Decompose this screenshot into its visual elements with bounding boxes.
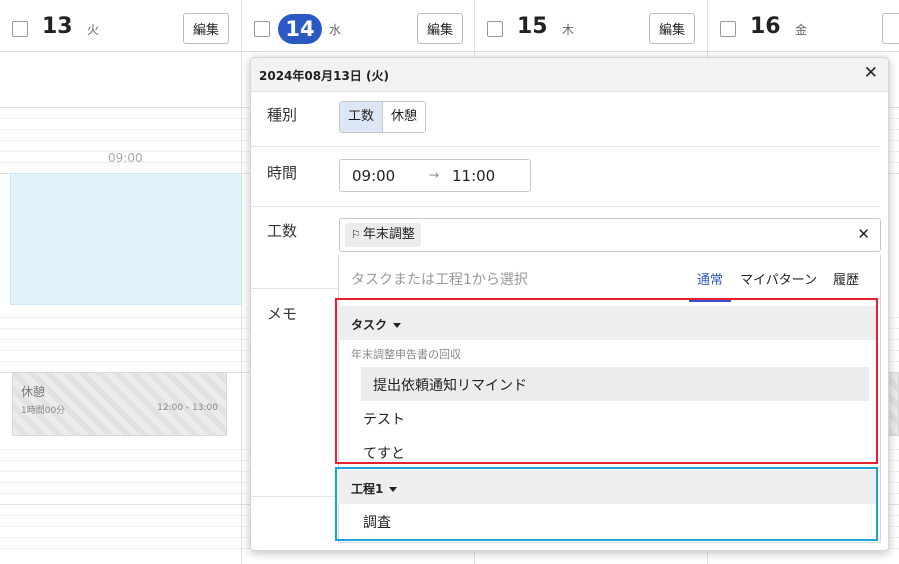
memo-label: メモ: [267, 305, 298, 323]
work-event-block[interactable]: [10, 173, 242, 305]
break-event-title: 休憩: [21, 385, 46, 399]
type-option-break[interactable]: 休憩: [383, 102, 425, 132]
chip-label: 年末調整: [362, 227, 415, 242]
process-group-header[interactable]: 工程1: [337, 470, 876, 504]
tab-history[interactable]: 履歴: [833, 269, 859, 288]
row-divider: [251, 496, 339, 497]
tab-my-pattern[interactable]: マイパターン: [740, 269, 817, 288]
clear-icon[interactable]: ✕: [857, 225, 870, 243]
type-option-kosu[interactable]: 工数: [340, 102, 384, 132]
break-event-duration: 1時間00分: [21, 406, 66, 416]
kosu-select[interactable]: ⚐ 年末調整 ✕: [339, 218, 881, 252]
time-label: 時間: [267, 164, 298, 182]
type-segmented-control: 工数 休憩: [339, 101, 427, 133]
task-option[interactable]: テスト: [363, 409, 405, 429]
close-icon[interactable]: ✕: [864, 63, 878, 83]
calendar-header-border: [0, 0, 899, 52]
process-group: 工程1 調査: [335, 467, 878, 541]
task-group-title: タスク: [351, 316, 402, 333]
task-option[interactable]: 提出依頼通知リマインド: [373, 375, 527, 395]
tab-normal[interactable]: 通常: [697, 269, 723, 288]
popup-date: 2024年08月13日 (火): [259, 69, 389, 83]
row-divider: [251, 288, 339, 289]
start-time[interactable]: 09:00: [352, 167, 395, 185]
row-divider: [251, 206, 880, 207]
row-divider: [251, 146, 880, 147]
time-range-input[interactable]: 09:00 → 11:00: [339, 159, 531, 192]
task-group-header[interactable]: タスク: [337, 306, 876, 340]
time-label-0900: 09:00: [108, 151, 143, 165]
kosu-label: 工数: [267, 222, 298, 240]
caret-down-icon: [389, 487, 398, 492]
end-time[interactable]: 11:00: [452, 167, 495, 185]
break-event-range: 12:00 - 13:00: [157, 403, 218, 413]
arrow-right-icon: →: [429, 168, 440, 182]
selected-kosu-chip[interactable]: ⚐ 年末調整: [345, 223, 421, 247]
process-group-title: 工程1: [351, 480, 398, 497]
task-option[interactable]: てすと: [363, 443, 405, 463]
popup-header: 2024年08月13日 (火) ✕: [251, 58, 888, 92]
flag-icon: ⚐: [351, 228, 361, 241]
type-label: 種別: [267, 106, 298, 124]
task-group: タスク 年末調整申告書の回収 提出依頼通知リマインド テスト てすと: [335, 298, 878, 464]
task-subheading: 年末調整申告書の回収: [351, 348, 461, 361]
calendar-app: 13 火 編集 14 水 編集 15 木 編集 16 金 編: [0, 0, 899, 564]
caret-down-icon: [393, 323, 402, 328]
process-option[interactable]: 調査: [363, 512, 391, 532]
dropdown-search-placeholder[interactable]: タスクまたは工程1から選択: [351, 269, 528, 289]
process-group-title-text: 工程1: [351, 482, 384, 496]
task-group-title-text: タスク: [351, 318, 388, 332]
break-event-block[interactable]: 休憩 1時間00分 12:00 - 13:00: [12, 372, 227, 436]
